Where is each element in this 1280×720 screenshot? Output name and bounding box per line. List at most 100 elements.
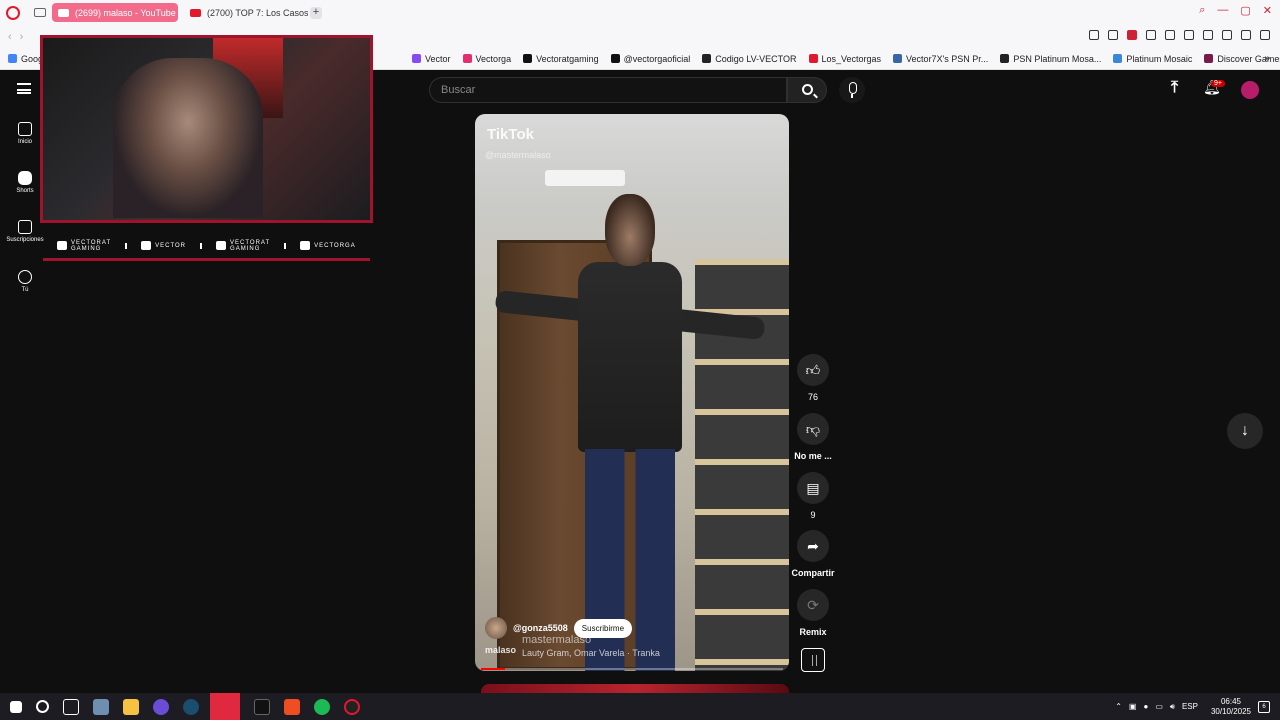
bookmark-vectorga[interactable]: Vectorga bbox=[462, 53, 512, 64]
brave-icon[interactable] bbox=[284, 698, 300, 715]
bookmark-label: Los_Vectorgas bbox=[821, 53, 882, 64]
share-action: ➦ Compartir bbox=[791, 530, 835, 578]
pocket-icon[interactable] bbox=[1127, 30, 1137, 40]
remix-action: ⟳ Remix bbox=[791, 589, 835, 637]
channel-name[interactable]: @gonza5508 bbox=[513, 623, 568, 633]
sidebar-item-label: Tú bbox=[21, 287, 29, 293]
tab-label: (2699) malaso - YouTube bbox=[75, 7, 176, 18]
social-line-2: GAMING bbox=[230, 245, 261, 252]
search-icon[interactable] bbox=[36, 700, 49, 713]
comments-button[interactable]: ▤ bbox=[797, 472, 829, 504]
bookmark-codigo[interactable]: Codigo LV-VECTOR bbox=[702, 54, 797, 64]
extension-icons bbox=[1089, 30, 1270, 40]
shorts-icon bbox=[18, 171, 32, 185]
close-icon[interactable]: ✕ bbox=[1263, 4, 1272, 17]
maximize-icon[interactable]: ▢ bbox=[1240, 4, 1250, 17]
remix-button[interactable]: ⟳ bbox=[797, 589, 829, 621]
bookmark-psn-profile[interactable]: Vector7X's PSN Pr... bbox=[893, 54, 988, 64]
bookmark-vectoratgaming[interactable]: Vectoratgaming bbox=[523, 54, 599, 64]
bookmark-psn-platinum[interactable]: PSN Platinum Mosa... bbox=[1000, 54, 1101, 64]
overlay-name: mastermalaso bbox=[522, 634, 592, 646]
heart-icon[interactable] bbox=[1165, 30, 1175, 40]
sound-thumbnail[interactable] bbox=[801, 648, 825, 672]
discover-icon bbox=[1204, 54, 1214, 63]
bookmark-vector[interactable]: Vector bbox=[412, 54, 451, 64]
tiktok-watermark: TikTok bbox=[487, 126, 534, 143]
back-icon[interactable]: ‹ bbox=[8, 31, 12, 43]
new-tab-button[interactable]: + bbox=[310, 6, 322, 19]
network-icon[interactable]: ▭ bbox=[1155, 702, 1163, 711]
dislike-label: No me ... bbox=[794, 451, 832, 461]
steam-icon[interactable] bbox=[183, 698, 199, 715]
like-button[interactable]: 👍︎ bbox=[797, 354, 829, 386]
twitch-icon bbox=[141, 241, 152, 250]
tiktok-icon bbox=[610, 54, 620, 63]
search-icon bbox=[802, 84, 813, 95]
tray-chevron-icon[interactable]: ⌃ bbox=[1115, 702, 1122, 711]
tab-label: (2700) TOP 7: Los Casos bbox=[207, 7, 308, 18]
twitch-icon bbox=[412, 54, 422, 63]
folder-icon[interactable] bbox=[123, 698, 139, 715]
obs-icon[interactable] bbox=[344, 698, 360, 715]
opera-taskbar-icon[interactable] bbox=[210, 693, 240, 720]
language-indicator[interactable]: ESP bbox=[1182, 702, 1198, 711]
bookmark-platinum-mosaic[interactable]: Platinum Mosaic bbox=[1113, 54, 1192, 64]
search-tabs-icon[interactable]: ⌕ bbox=[1199, 4, 1205, 17]
sidebar-item-tu[interactable]: Tú bbox=[0, 270, 50, 293]
windows-start-icon[interactable] bbox=[10, 700, 22, 713]
avatar[interactable] bbox=[1241, 81, 1259, 99]
file-manager-icon[interactable] bbox=[93, 698, 109, 715]
youtube-icon bbox=[57, 241, 67, 250]
tab-youtube-malaso[interactable]: (2699) malaso - YouTube bbox=[52, 3, 178, 22]
more-bookmarks-icon[interactable]: » bbox=[1264, 53, 1270, 64]
upload-icon[interactable]: ⤒ bbox=[1171, 79, 1178, 97]
browser-tab-bar: (2699) malaso - YouTube (2700) TOP 7: Lo… bbox=[0, 0, 1280, 25]
spotify-icon[interactable] bbox=[314, 698, 330, 715]
play-icon[interactable] bbox=[1146, 30, 1156, 40]
bookmark-label: PSN Platinum Mosa... bbox=[1013, 53, 1102, 64]
x-icon bbox=[523, 54, 533, 63]
epic-icon[interactable] bbox=[254, 698, 270, 715]
home-icon bbox=[18, 122, 32, 136]
share-button[interactable]: ➦ bbox=[797, 530, 829, 562]
bookmark-los-vectorgas[interactable]: Los_Vectorgas bbox=[808, 53, 882, 64]
bookmark-label: Vectorga bbox=[475, 53, 512, 64]
reddit-icon bbox=[808, 54, 818, 63]
pin-icon[interactable] bbox=[1089, 30, 1099, 40]
twitter-icon bbox=[216, 241, 227, 250]
download-icon[interactable] bbox=[1241, 30, 1251, 40]
puzzle-icon[interactable] bbox=[1203, 30, 1213, 40]
tab-top7[interactable]: (2700) TOP 7: Los Casos bbox=[184, 3, 308, 22]
forward-icon[interactable]: › bbox=[20, 31, 24, 43]
menu-icon[interactable] bbox=[1260, 30, 1270, 40]
cube-icon[interactable] bbox=[1222, 30, 1232, 40]
song-info[interactable]: Lauty Gram, Omar Varela · Tranka bbox=[522, 648, 660, 658]
tray-app-icon[interactable]: ▣ bbox=[1129, 702, 1137, 711]
snapshot-icon[interactable] bbox=[1108, 30, 1118, 40]
search-button[interactable] bbox=[787, 77, 827, 103]
next-short-button[interactable]: ↓ bbox=[1227, 413, 1263, 449]
voice-search-button[interactable] bbox=[839, 77, 865, 103]
progress-track[interactable] bbox=[481, 668, 783, 670]
app-icon[interactable] bbox=[153, 698, 169, 715]
comments-action: ▤ 9 bbox=[791, 472, 835, 520]
task-view-icon[interactable] bbox=[63, 698, 79, 715]
bookmark-vectorgaoficial[interactable]: @vectorgaoficial bbox=[610, 54, 690, 64]
short-video-player[interactable]: TikTok @mastermalaso @gonza5508 Suscribi… bbox=[475, 114, 789, 671]
google-icon bbox=[8, 54, 17, 63]
mic-icon[interactable]: ● bbox=[1143, 702, 1148, 711]
search-input[interactable]: Buscar bbox=[429, 77, 787, 103]
opera-logo-icon[interactable] bbox=[6, 5, 20, 20]
youtube-favicon-icon bbox=[190, 8, 201, 17]
dislike-button[interactable]: 👎︎ bbox=[797, 413, 829, 445]
extension-icon[interactable] bbox=[1184, 30, 1194, 40]
channel-avatar[interactable] bbox=[485, 617, 507, 639]
menu-icon[interactable] bbox=[17, 83, 31, 94]
volume-icon[interactable]: 🔊︎ bbox=[1170, 702, 1175, 712]
scene-person bbox=[494, 194, 766, 671]
notifications-icon[interactable]: 6 bbox=[1258, 700, 1270, 713]
progress-fill bbox=[481, 668, 506, 670]
clock[interactable]: 06:45 30/10/2025 bbox=[1211, 697, 1251, 717]
workspaces-icon[interactable] bbox=[34, 8, 46, 17]
minimize-icon[interactable]: — bbox=[1217, 4, 1228, 17]
